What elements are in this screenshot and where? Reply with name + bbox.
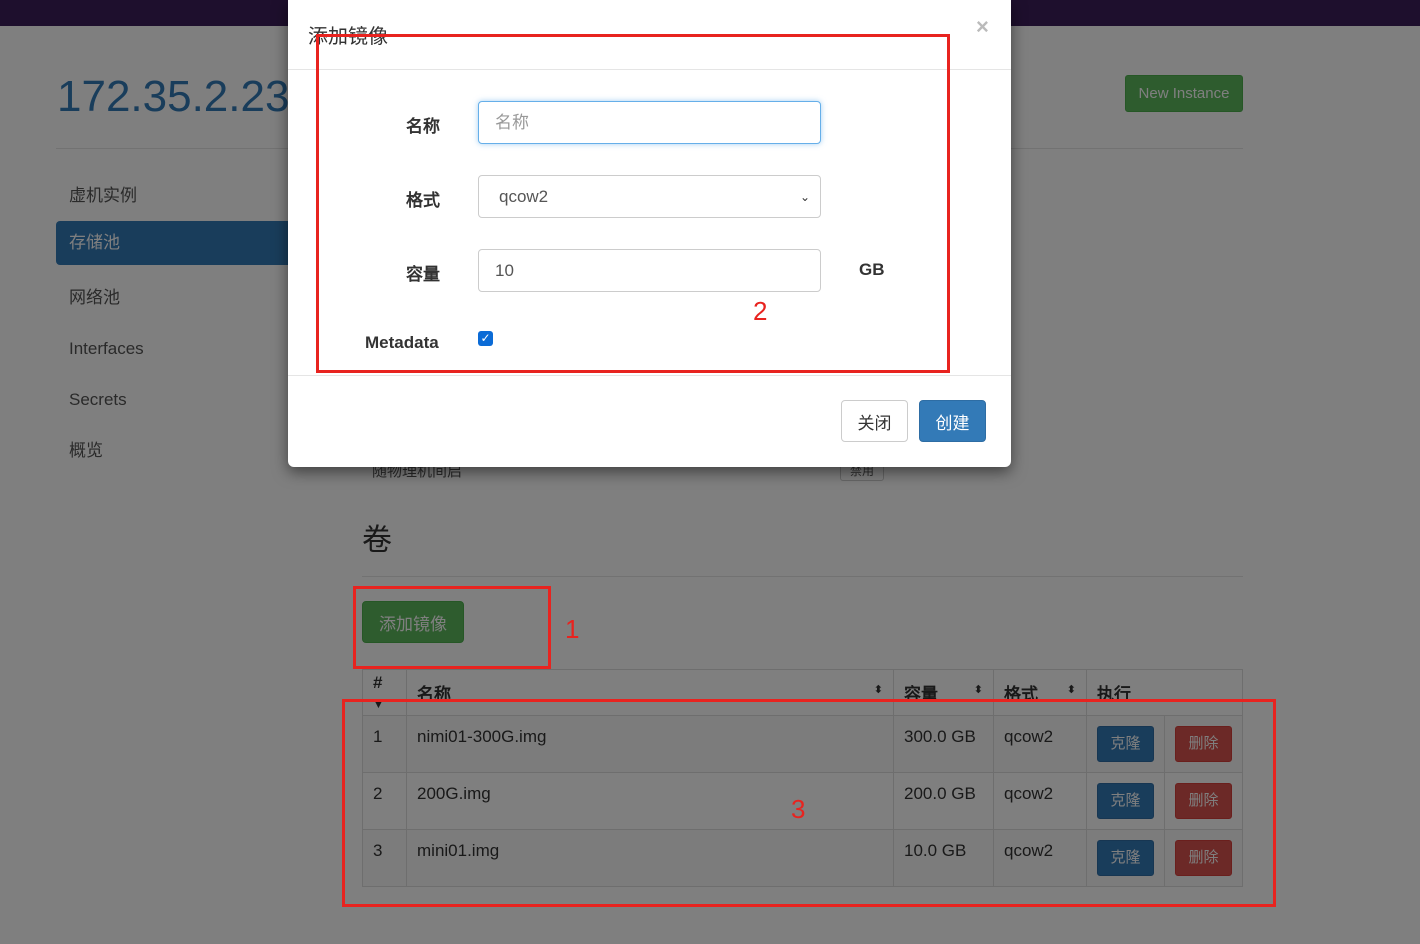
create-button[interactable]: 创建	[919, 400, 986, 442]
annotation-number-2: 2	[753, 296, 768, 326]
close-button[interactable]: 关闭	[841, 400, 908, 442]
annotation-box-1	[353, 586, 551, 669]
annotation-box-2	[316, 34, 950, 373]
close-icon[interactable]: ×	[976, 14, 989, 40]
annotation-number-1: 1	[565, 614, 580, 644]
dialog-footer-divider	[288, 375, 1011, 376]
annotation-number-3: 3	[791, 794, 806, 824]
annotation-box-3	[342, 699, 1276, 907]
